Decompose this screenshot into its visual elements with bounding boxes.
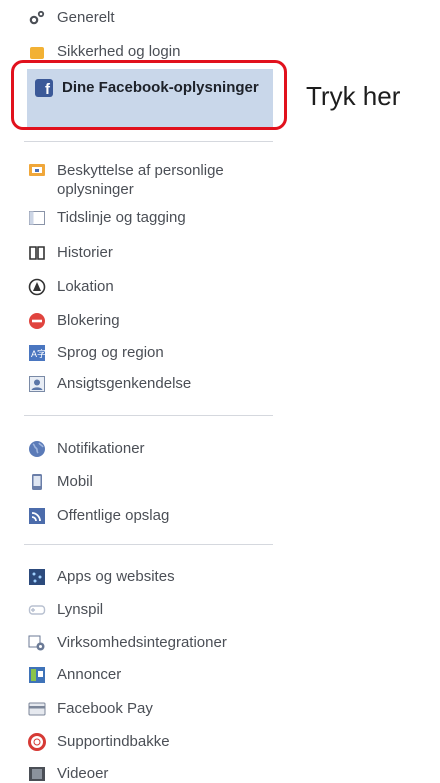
menu-item-beskyttelse[interactable]: Beskyttelse af personlige oplysninger — [28, 161, 257, 199]
menu-item-label: Beskyttelse af personlige oplysninger — [57, 162, 224, 198]
menu-item-label: Apps og websites — [57, 568, 175, 585]
annotation-text: Tryk her — [306, 81, 401, 111]
credit-card-icon — [28, 700, 46, 718]
highlight-frame — [11, 60, 287, 130]
menu-item-label: Historier — [57, 244, 113, 261]
menu-item-label: Notifikationer — [57, 440, 145, 457]
menu-item-label: Sprog og region — [57, 344, 164, 361]
book-icon — [28, 244, 46, 262]
menu-item-label: Lynspil — [57, 601, 104, 618]
menu-item-label: Offentlige opslag — [57, 507, 170, 524]
menu-item-apps[interactable]: Apps og websites — [28, 568, 175, 586]
rss-icon — [28, 507, 46, 525]
lifebuoy-icon — [28, 733, 46, 751]
menu-item-blokering[interactable]: Blokering — [28, 312, 120, 330]
menu-item-label: Lokation — [57, 278, 114, 295]
divider — [24, 544, 273, 545]
menu-item-label: Virksomhedsintegrationer — [57, 634, 227, 651]
menu-item-label: Blokering — [57, 312, 120, 329]
gear-icon — [28, 9, 46, 27]
shield-icon — [28, 43, 46, 61]
menu-item-label: Supportindbakke — [57, 733, 170, 750]
menu-item-videoer[interactable]: Videoer — [28, 765, 108, 783]
menu-item-notifikationer[interactable]: Notifikationer — [28, 440, 145, 458]
menu-item-label: Ansigtsgenkendelse — [57, 375, 192, 392]
menu-item-label: Videoer — [57, 765, 109, 782]
menu-item-label: Sikkerhed og login — [57, 43, 181, 60]
menu-item-lynspil[interactable]: Lynspil — [28, 601, 103, 619]
menu-item-supportindbakke[interactable]: Supportindbakke — [28, 733, 170, 751]
menu-item-ansigt[interactable]: Ansigtsgenkendelse — [28, 375, 191, 393]
location-icon — [28, 278, 46, 296]
timeline-icon — [28, 209, 46, 227]
video-icon — [28, 765, 46, 783]
menu-item-facebook-pay[interactable]: Facebook Pay — [28, 700, 153, 718]
menu-item-tidslinje[interactable]: Tidslinje og tagging — [28, 209, 186, 227]
svg-text:A字: A字 — [31, 348, 46, 359]
menu-item-annoncer[interactable]: Annoncer — [28, 666, 121, 684]
divider — [24, 415, 273, 416]
menu-item-label: Tidslinje og tagging — [57, 209, 186, 226]
divider — [24, 141, 273, 142]
menu-item-virksomhedsintegrationer[interactable]: Virksomhedsintegrationer — [28, 634, 227, 652]
menu-item-historier[interactable]: Historier — [28, 244, 113, 262]
menu-item-label: Facebook Pay — [57, 700, 153, 717]
menu-item-offentlige-opslag[interactable]: Offentlige opslag — [28, 507, 169, 525]
menu-item-label: Annoncer — [57, 666, 122, 683]
block-icon — [28, 312, 46, 330]
mobile-icon — [28, 473, 46, 491]
apps-icon — [28, 568, 46, 586]
business-integration-icon — [28, 634, 46, 652]
language-icon: A字 — [28, 344, 46, 362]
privacy-lock-icon — [28, 161, 46, 179]
globe-icon — [28, 440, 46, 458]
menu-item-generelt[interactable]: Generelt — [28, 9, 115, 27]
face-recognition-icon — [28, 375, 46, 393]
gamepad-icon — [28, 601, 46, 619]
menu-item-label: Mobil — [57, 473, 93, 490]
menu-item-sikkerhed[interactable]: Sikkerhed og login — [28, 43, 180, 61]
menu-item-lokation[interactable]: Lokation — [28, 278, 114, 296]
menu-item-mobil[interactable]: Mobil — [28, 473, 93, 491]
menu-item-sprog[interactable]: A字 Sprog og region — [28, 344, 164, 362]
menu-item-label: Generelt — [57, 9, 115, 26]
ads-icon — [28, 666, 46, 684]
